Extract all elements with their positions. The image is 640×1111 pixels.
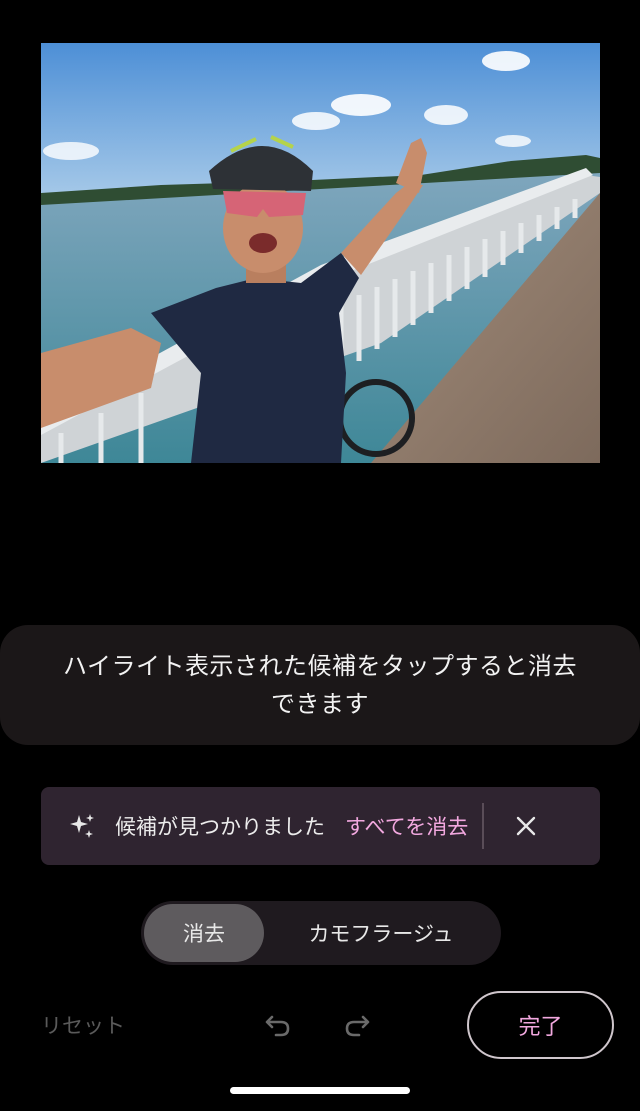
banner-divider [482, 803, 485, 849]
hint-bubble: ハイライト表示された候補をタップすると消去 できます [0, 625, 640, 745]
home-indicator[interactable] [230, 1087, 410, 1094]
undo-icon[interactable] [260, 1006, 296, 1042]
hint-text: ハイライト表示された候補をタップすると消去 できます [62, 652, 578, 718]
suggestion-message: 候補が見つかりました [115, 815, 325, 839]
suggestion-banner: 候補が見つかりました すべてを消去 [41, 787, 600, 865]
close-icon[interactable] [506, 806, 546, 846]
sparkle-icon [67, 811, 97, 841]
erase-all-button[interactable]: すべてを消去 [345, 811, 468, 841]
segment-erase[interactable]: 消去 [144, 904, 264, 962]
done-button[interactable]: 完了 [467, 991, 614, 1059]
edited-photo[interactable] [41, 43, 600, 463]
reset-button[interactable]: リセット [41, 1010, 125, 1040]
segment-camouflage[interactable]: カモフラージュ [264, 904, 498, 962]
photo-editor-screen: ハイライト表示された候補をタップすると消去 できます 候補が見つかりました すべ… [0, 0, 640, 1111]
mode-segmented-control: 消去 カモフラージュ [141, 901, 501, 965]
redo-icon[interactable] [339, 1006, 375, 1042]
photo-illustration [41, 43, 600, 463]
